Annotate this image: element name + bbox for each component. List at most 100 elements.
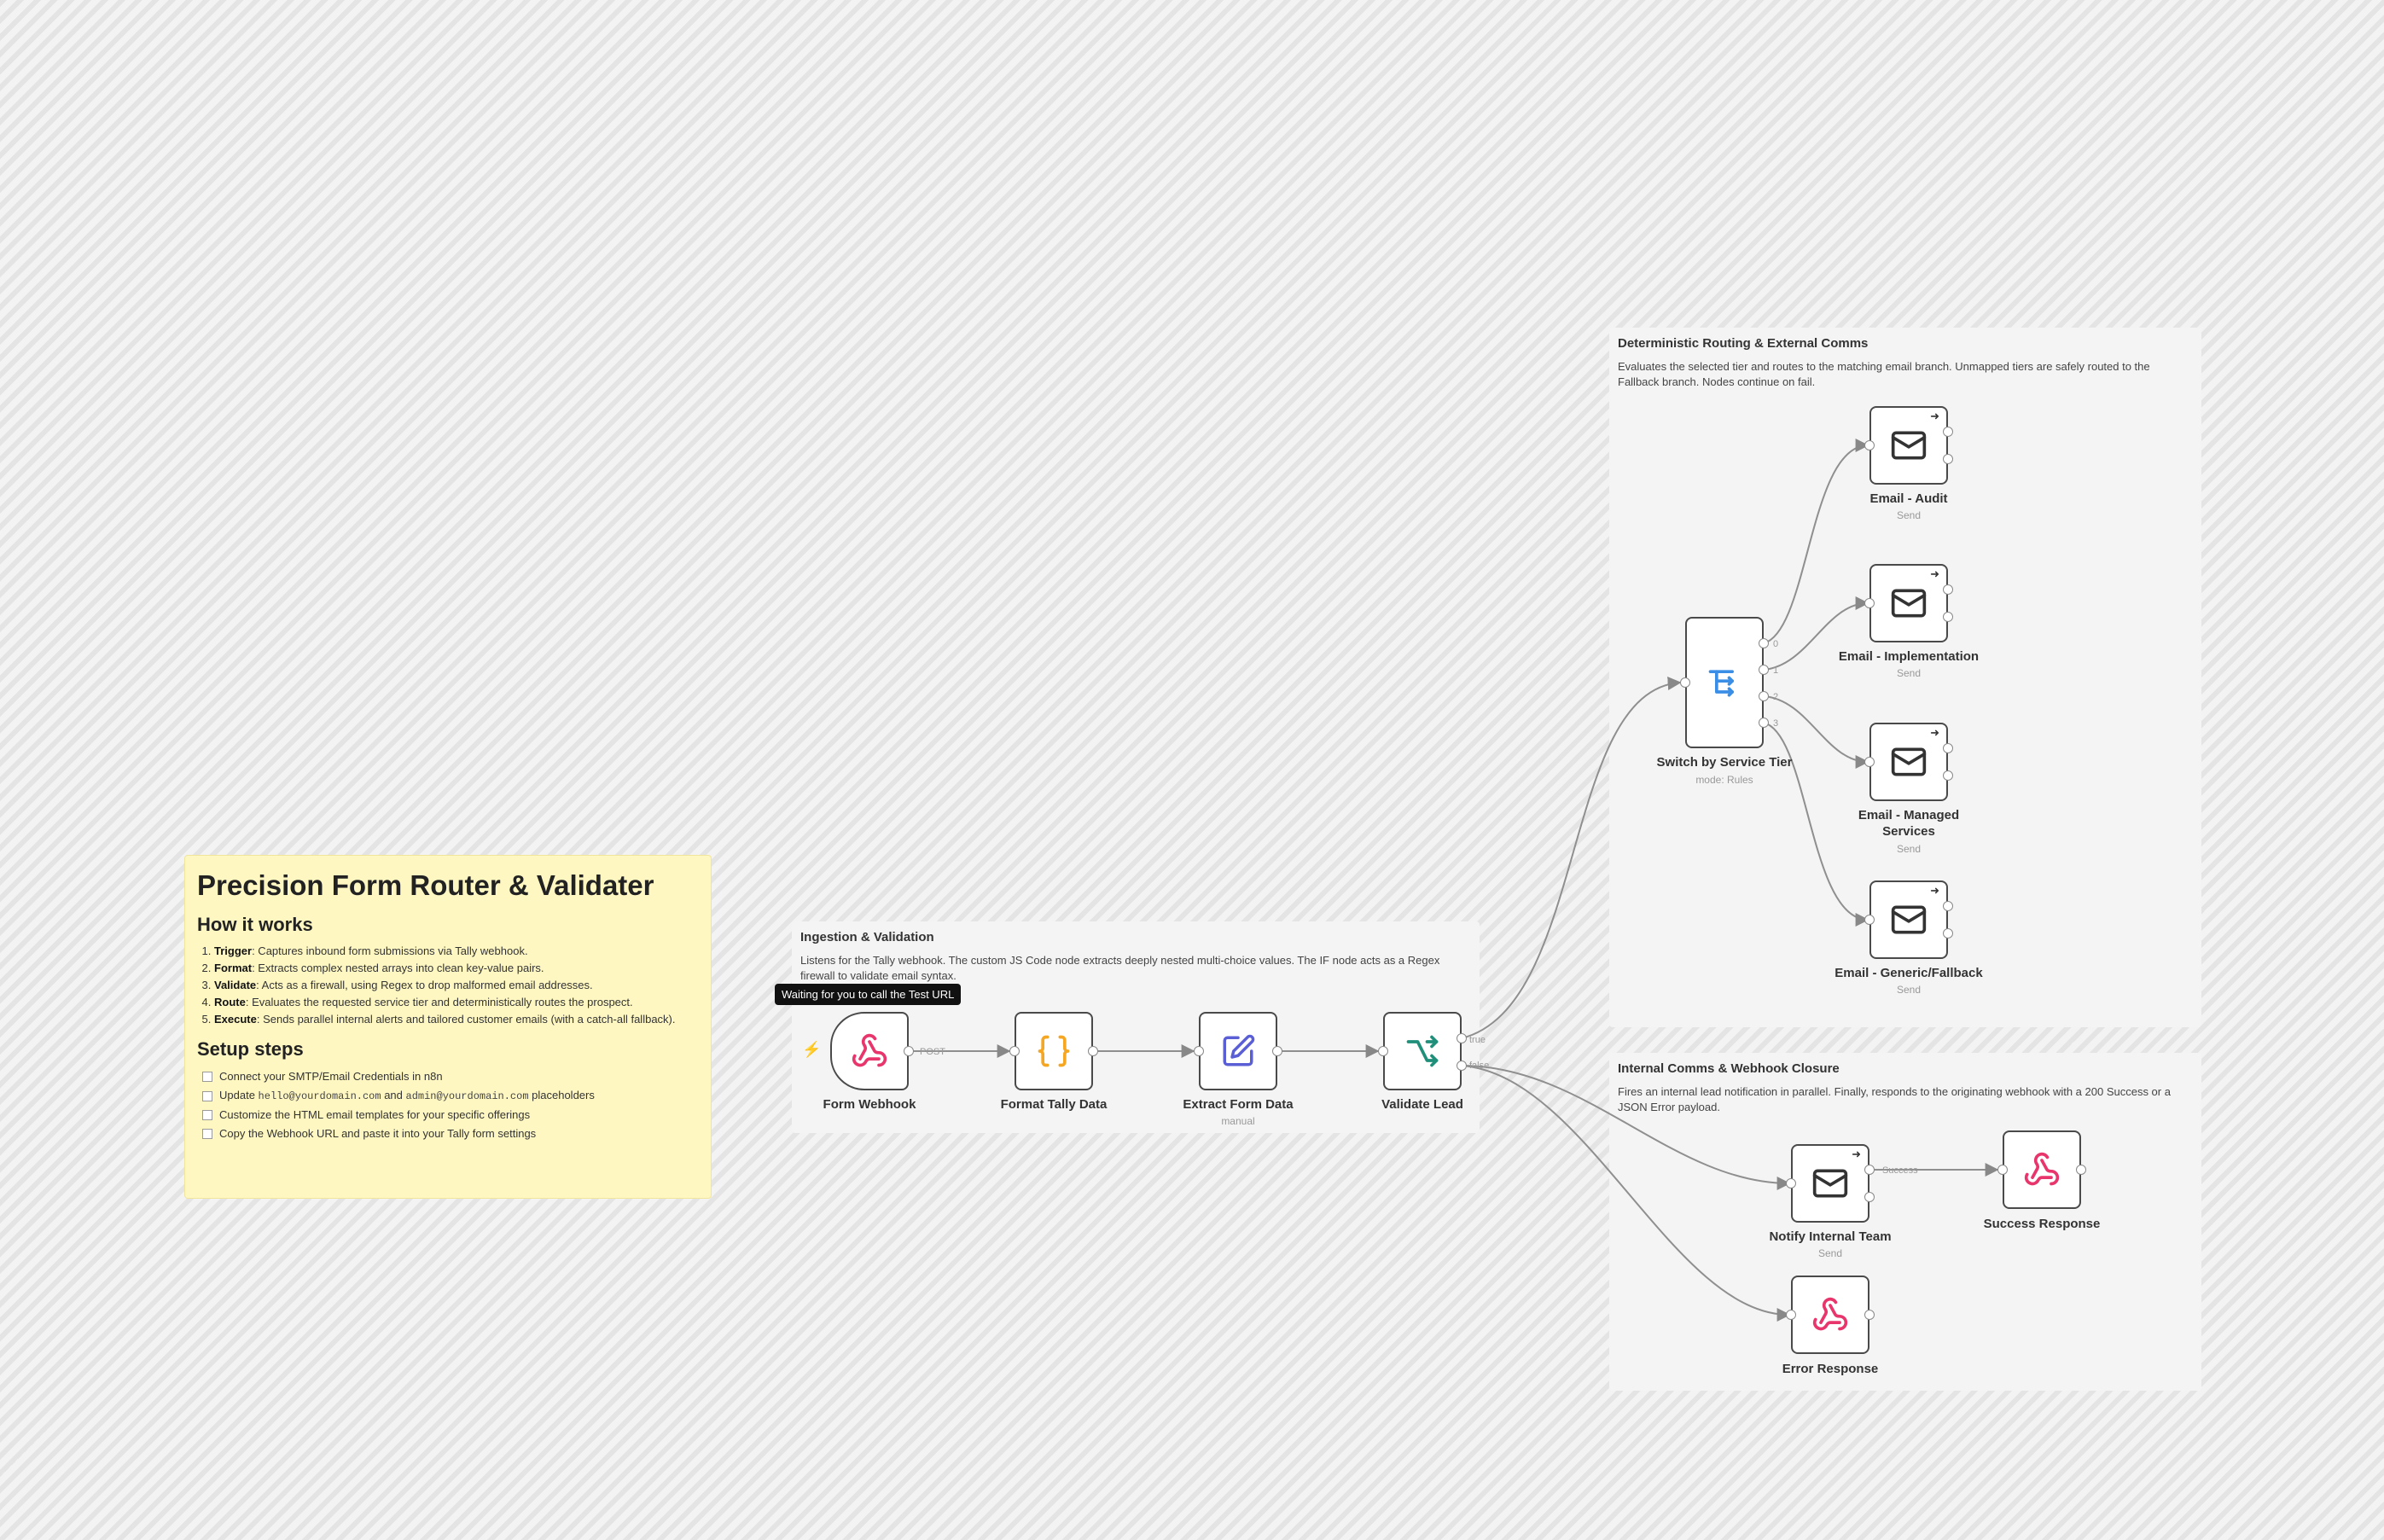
output-handle[interactable] <box>1943 743 1953 753</box>
node-subtitle: Send <box>1817 1247 1843 1259</box>
node-success-response[interactable] <box>2003 1130 2081 1209</box>
if-branch-icon <box>1406 1035 1439 1067</box>
checkbox[interactable] <box>202 1090 212 1101</box>
input-handle[interactable] <box>1864 598 1875 608</box>
input-handle[interactable] <box>1680 677 1690 688</box>
input-handle[interactable] <box>1864 440 1875 450</box>
trigger-bolt-icon: ⚡ <box>802 1041 822 1058</box>
output-handle[interactable] <box>1864 1310 1875 1320</box>
node-label: Email - Generic/Fallback <box>1835 966 1983 980</box>
input-handle[interactable] <box>1378 1046 1388 1056</box>
output-handle[interactable] <box>1272 1046 1282 1056</box>
output-handle[interactable] <box>2076 1165 2086 1175</box>
node-label: Email - Audit <box>1869 491 1948 506</box>
note-title: Precision Form Router & Validater <box>197 869 654 901</box>
output-handle-false[interactable] <box>1457 1061 1467 1071</box>
send-arrow-icon: ➜ <box>1930 884 1939 897</box>
node-switch-service-tier[interactable] <box>1685 617 1764 748</box>
node-validate-lead[interactable] <box>1383 1012 1462 1090</box>
node-label: Notify Internal Team <box>1769 1229 1892 1244</box>
output-handle[interactable] <box>1943 454 1953 464</box>
node-email-generic-fallback[interactable]: ➜ <box>1869 880 1948 959</box>
node-format-tally-data[interactable] <box>1015 1012 1093 1090</box>
edit-icon <box>1223 1034 1255 1066</box>
checkbox[interactable] <box>202 1072 212 1082</box>
how-it-works-heading: How it works <box>197 914 313 935</box>
node-subtitle: Send <box>1896 984 1922 996</box>
checkbox[interactable] <box>202 1110 212 1120</box>
output-handle-1[interactable] <box>1759 665 1769 675</box>
input-handle[interactable] <box>1009 1046 1020 1056</box>
send-arrow-icon: ➜ <box>1930 726 1939 739</box>
step-item: Format: Extracts complex nested arrays i… <box>214 960 699 977</box>
output-handle[interactable] <box>904 1046 914 1056</box>
node-label: Form Webhook <box>823 1097 916 1112</box>
switch-icon <box>1708 670 1734 697</box>
setup-steps-heading: Setup steps <box>197 1038 304 1060</box>
setup-task[interactable]: Customize the HTML email templates for y… <box>197 1106 699 1124</box>
group-description: Fires an internal lead notification in p… <box>1618 1085 2171 1113</box>
node-subtitle: manual <box>1221 1115 1255 1127</box>
setup-task[interactable]: Connect your SMTP/Email Credentials in n… <box>197 1067 699 1086</box>
node-subtitle: Send <box>1896 843 1922 855</box>
step-item: Validate: Acts as a firewall, using Rege… <box>214 977 699 994</box>
output-handle-3[interactable] <box>1759 718 1769 728</box>
input-handle[interactable] <box>1864 915 1875 925</box>
output-handle-true[interactable] <box>1457 1033 1467 1043</box>
group-description: Listens for the Tally webhook. The custo… <box>800 954 1440 982</box>
output-handle[interactable] <box>1943 584 1953 595</box>
checkbox[interactable] <box>202 1129 212 1139</box>
send-arrow-icon: ➜ <box>1852 1148 1861 1160</box>
node-notify-internal-team[interactable]: ➜ <box>1791 1144 1869 1223</box>
node-label: Success Response <box>1983 1217 2101 1231</box>
mail-icon <box>1891 431 1927 460</box>
step-item: Route: Evaluates the requested service t… <box>214 994 699 1011</box>
mail-icon <box>1891 589 1927 618</box>
node-extract-form-data[interactable] <box>1199 1012 1277 1090</box>
output-handle[interactable] <box>1864 1192 1875 1202</box>
output-handle-0[interactable] <box>1759 638 1769 648</box>
code-braces-icon <box>1038 1035 1070 1067</box>
setup-task[interactable]: Update hello@yourdomain.com and admin@yo… <box>197 1086 699 1106</box>
group-description: Evaluates the selected tier and routes t… <box>1618 360 2150 388</box>
step-item: Execute: Sends parallel internal alerts … <box>214 1011 699 1028</box>
output-handle[interactable] <box>1943 901 1953 911</box>
group-title: Internal Comms & Webhook Closure <box>1618 1061 1840 1076</box>
webhook-icon <box>852 1033 887 1067</box>
group-title: Ingestion & Validation <box>800 930 934 944</box>
webhook-icon <box>2024 1152 2060 1186</box>
input-handle[interactable] <box>1194 1046 1204 1056</box>
mail-icon <box>1891 747 1927 776</box>
node-subtitle: Send <box>1896 667 1922 679</box>
node-email-implementation[interactable]: ➜ <box>1869 564 1948 642</box>
workflow-notes-sticky[interactable]: Precision Form Router & Validater How it… <box>184 855 712 1199</box>
input-handle[interactable] <box>1864 757 1875 767</box>
node-error-response[interactable] <box>1791 1276 1869 1354</box>
group-title: Deterministic Routing & External Comms <box>1618 336 1869 351</box>
output-handle[interactable] <box>1943 928 1953 939</box>
output-handle[interactable] <box>1864 1165 1875 1175</box>
node-label: Switch by Service Tier <box>1656 755 1793 770</box>
output-handle[interactable] <box>1943 770 1953 781</box>
node-label: Format Tally Data <box>1000 1097 1108 1112</box>
mail-icon <box>1891 905 1927 934</box>
node-label: Validate Lead <box>1381 1097 1463 1112</box>
test-url-tooltip: Waiting for you to call the Test URL <box>775 984 962 1005</box>
setup-task[interactable]: Copy the Webhook URL and paste it into y… <box>197 1124 699 1143</box>
node-email-audit[interactable]: ➜ <box>1869 406 1948 485</box>
how-it-works-list: Trigger: Captures inbound form submissio… <box>197 943 699 1028</box>
workflow-canvas[interactable]: Precision Form Router & Validater How it… <box>0 0 2384 1540</box>
node-subtitle: Send <box>1896 509 1922 521</box>
output-handle[interactable] <box>1943 427 1953 437</box>
input-handle[interactable] <box>1786 1310 1796 1320</box>
node-form-webhook[interactable] <box>830 1012 909 1090</box>
output-handle-2[interactable] <box>1759 691 1769 701</box>
input-handle[interactable] <box>1997 1165 2008 1175</box>
output-handle[interactable] <box>1943 612 1953 622</box>
input-handle[interactable] <box>1786 1178 1796 1188</box>
output-handle[interactable] <box>1088 1046 1098 1056</box>
node-label: Email - Implementation <box>1838 649 1980 664</box>
mail-icon <box>1812 1169 1848 1198</box>
node-email-managed-services[interactable]: ➜ <box>1869 723 1948 801</box>
send-arrow-icon: ➜ <box>1930 410 1939 422</box>
